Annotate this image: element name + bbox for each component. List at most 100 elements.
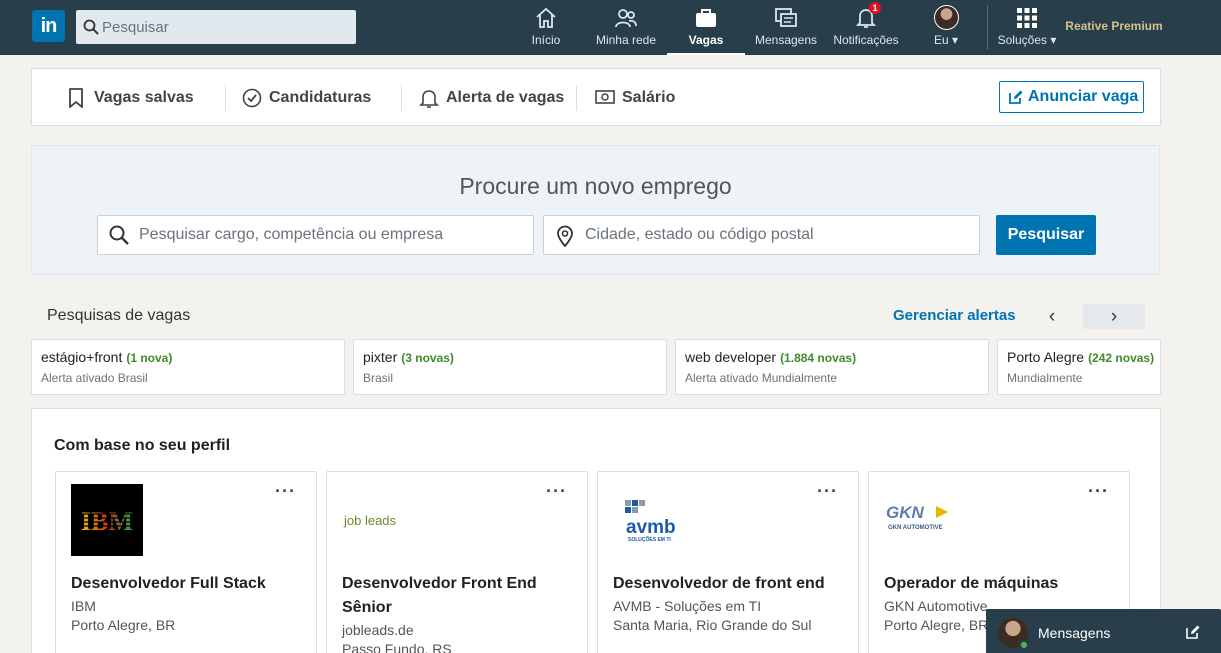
saved-searches-title: Pesquisas de vagas <box>47 307 191 324</box>
nav-jobs[interactable]: Vagas <box>667 0 745 55</box>
nav-solutions[interactable]: Soluções ▾ <box>992 0 1062 55</box>
post-job-button[interactable]: Anunciar vaga <box>999 81 1144 113</box>
carousel-prev-button[interactable]: ‹ <box>1021 304 1083 329</box>
job-company: IBM <box>71 598 96 614</box>
nav-network-label: Minha rede <box>595 33 657 47</box>
job-title[interactable]: Desenvolvedor Full Stack <box>71 572 306 596</box>
subnav-divider <box>576 85 577 111</box>
company-logo-ibm: IBM <box>71 484 143 556</box>
global-search[interactable] <box>76 10 356 44</box>
job-card[interactable]: ··· job leads Desenvolvedor Front End Sê… <box>326 471 588 653</box>
keyword-search-input[interactable] <box>139 216 519 254</box>
location-search-field[interactable] <box>543 215 980 255</box>
linkedin-logo[interactable]: in <box>32 10 65 42</box>
top-nav: in Início Minha rede Vagas Mensagens 1 N… <box>0 0 1221 55</box>
compose-icon[interactable] <box>1186 625 1200 639</box>
job-title[interactable]: Operador de máquinas <box>884 572 1119 596</box>
saved-search-new-count: (3 novas) <box>401 351 454 365</box>
edit-icon <box>1009 90 1023 104</box>
nav-me-label: Eu ▾ <box>933 33 959 47</box>
job-card[interactable]: ··· avmb SOLUÇÕES EM TI Desenvolvedor de… <box>597 471 859 653</box>
more-options-icon[interactable]: ··· <box>1088 482 1109 500</box>
job-card[interactable]: ··· IBM Desenvolvedor Full Stack IBM Por… <box>55 471 317 653</box>
carousel-next-button[interactable]: › <box>1083 304 1145 329</box>
job-alerts-link[interactable]: Alerta de vagas <box>419 85 589 111</box>
nav-notifications-label: Notificações <box>833 33 899 47</box>
check-circle-icon <box>242 88 262 108</box>
company-logo-jobleads: job leads <box>342 484 414 556</box>
job-location: Passo Fundo, RS <box>342 641 452 653</box>
saved-search-card[interactable]: pixter (3 novas) Brasil <box>353 339 667 395</box>
saved-search-query: pixter <box>363 349 398 365</box>
gkn-logo-subtext: GKN AUTOMOTIVE <box>888 525 943 531</box>
bell-icon <box>419 90 439 108</box>
bookmark-icon <box>69 88 83 108</box>
messaging-icon <box>775 8 797 27</box>
job-company: AVMB - Soluções em TI <box>613 598 762 614</box>
job-location: Santa Maria, Rio Grande do Sul <box>613 617 812 633</box>
saved-search-card[interactable]: Porto Alegre (242 novas) Mundialmente <box>997 339 1161 395</box>
global-search-input[interactable] <box>102 10 352 44</box>
nav-solutions-label: Soluções ▾ <box>997 33 1057 47</box>
saved-search-query: Porto Alegre <box>1007 349 1085 365</box>
nav-divider <box>987 5 988 50</box>
subnav-divider <box>401 85 402 111</box>
network-icon <box>615 9 637 28</box>
messaging-label: Mensagens <box>1038 625 1111 641</box>
saved-jobs-link[interactable]: Vagas salvas <box>67 85 217 111</box>
job-company: jobleads.de <box>342 622 414 638</box>
saved-search-card[interactable]: web developer (1.884 novas) Alerta ativad… <box>675 339 989 395</box>
search-icon <box>83 19 99 35</box>
online-status-dot <box>1019 640 1029 650</box>
saved-search-query: estágio+front <box>41 349 123 365</box>
search-jobs-button[interactable]: Pesquisar <box>996 215 1096 255</box>
nav-messaging[interactable]: Mensagens <box>752 0 820 55</box>
more-options-icon[interactable]: ··· <box>275 482 296 500</box>
saved-search-subtitle: Alerta ativado Brasil <box>41 371 148 385</box>
job-search-title: Procure um novo emprego <box>459 173 732 199</box>
avmb-logo-subtext: SOLUÇÕES EM TI <box>628 536 671 543</box>
manage-alerts-link[interactable]: Gerenciar alertas <box>893 307 1016 324</box>
saved-search-new-count: (1.884 novas) <box>780 351 857 365</box>
job-title[interactable]: Desenvolvedor Front End Sênior <box>342 572 577 620</box>
job-title[interactable]: Desenvolvedor de front end <box>613 572 848 596</box>
job-location: Porto Alegre, BR <box>884 617 989 633</box>
saved-search-card[interactable]: estágio+front (1 nova) Alerta ativado Bra… <box>31 339 345 395</box>
location-search-input[interactable] <box>585 216 965 254</box>
more-options-icon[interactable]: ··· <box>546 482 567 500</box>
saved-search-new-count: (242 novas) <box>1088 351 1155 365</box>
post-job-label: Anunciar vaga <box>1028 88 1139 105</box>
nav-jobs-label: Vagas <box>688 33 724 47</box>
profile-avatar <box>934 5 959 30</box>
more-options-icon[interactable]: ··· <box>817 482 838 500</box>
messaging-overlay[interactable]: Mensagens <box>986 609 1221 653</box>
money-icon <box>595 90 615 104</box>
job-search-panel: Procure um novo emprego Pesquisar <box>31 145 1160 275</box>
notification-badge: 1 <box>869 2 881 14</box>
job-location: Porto Alegre, BR <box>71 617 176 633</box>
gkn-logo-text: GKN <box>886 503 925 522</box>
nav-me[interactable]: Eu ▾ <box>922 0 970 55</box>
job-company: GKN Automotive <box>884 598 988 614</box>
search-icon <box>109 225 129 245</box>
salary-label: Salário <box>622 89 676 106</box>
saved-search-subtitle: Brasil <box>363 371 394 385</box>
company-logo-avmb: avmb SOLUÇÕES EM TI <box>613 484 685 556</box>
nav-home[interactable]: Início <box>521 0 571 55</box>
subnav-divider <box>225 85 226 111</box>
salary-link[interactable]: Salário <box>595 85 705 111</box>
company-logo-gkn: GKN GKN AUTOMOTIVE <box>884 484 956 556</box>
recommended-title: Com base no seu perfil <box>54 437 231 454</box>
applications-link[interactable]: Candidaturas <box>242 85 402 111</box>
premium-link[interactable]: Reative Premium <box>1062 19 1166 33</box>
saved-jobs-label: Vagas salvas <box>94 89 194 106</box>
job-alerts-label: Alerta de vagas <box>446 89 565 106</box>
saved-search-subtitle: Alerta ativado Mundialmente <box>685 371 838 385</box>
nav-network[interactable]: Minha rede <box>591 0 661 55</box>
jobleads-logo-text: job leads <box>344 513 397 528</box>
location-pin-icon <box>557 225 573 247</box>
keyword-search-field[interactable] <box>97 215 534 255</box>
nav-notifications[interactable]: 1 Notificações <box>830 0 902 55</box>
avmb-logo-text: avmb <box>626 517 676 538</box>
saved-search-new-count: (1 nova) <box>126 351 173 365</box>
